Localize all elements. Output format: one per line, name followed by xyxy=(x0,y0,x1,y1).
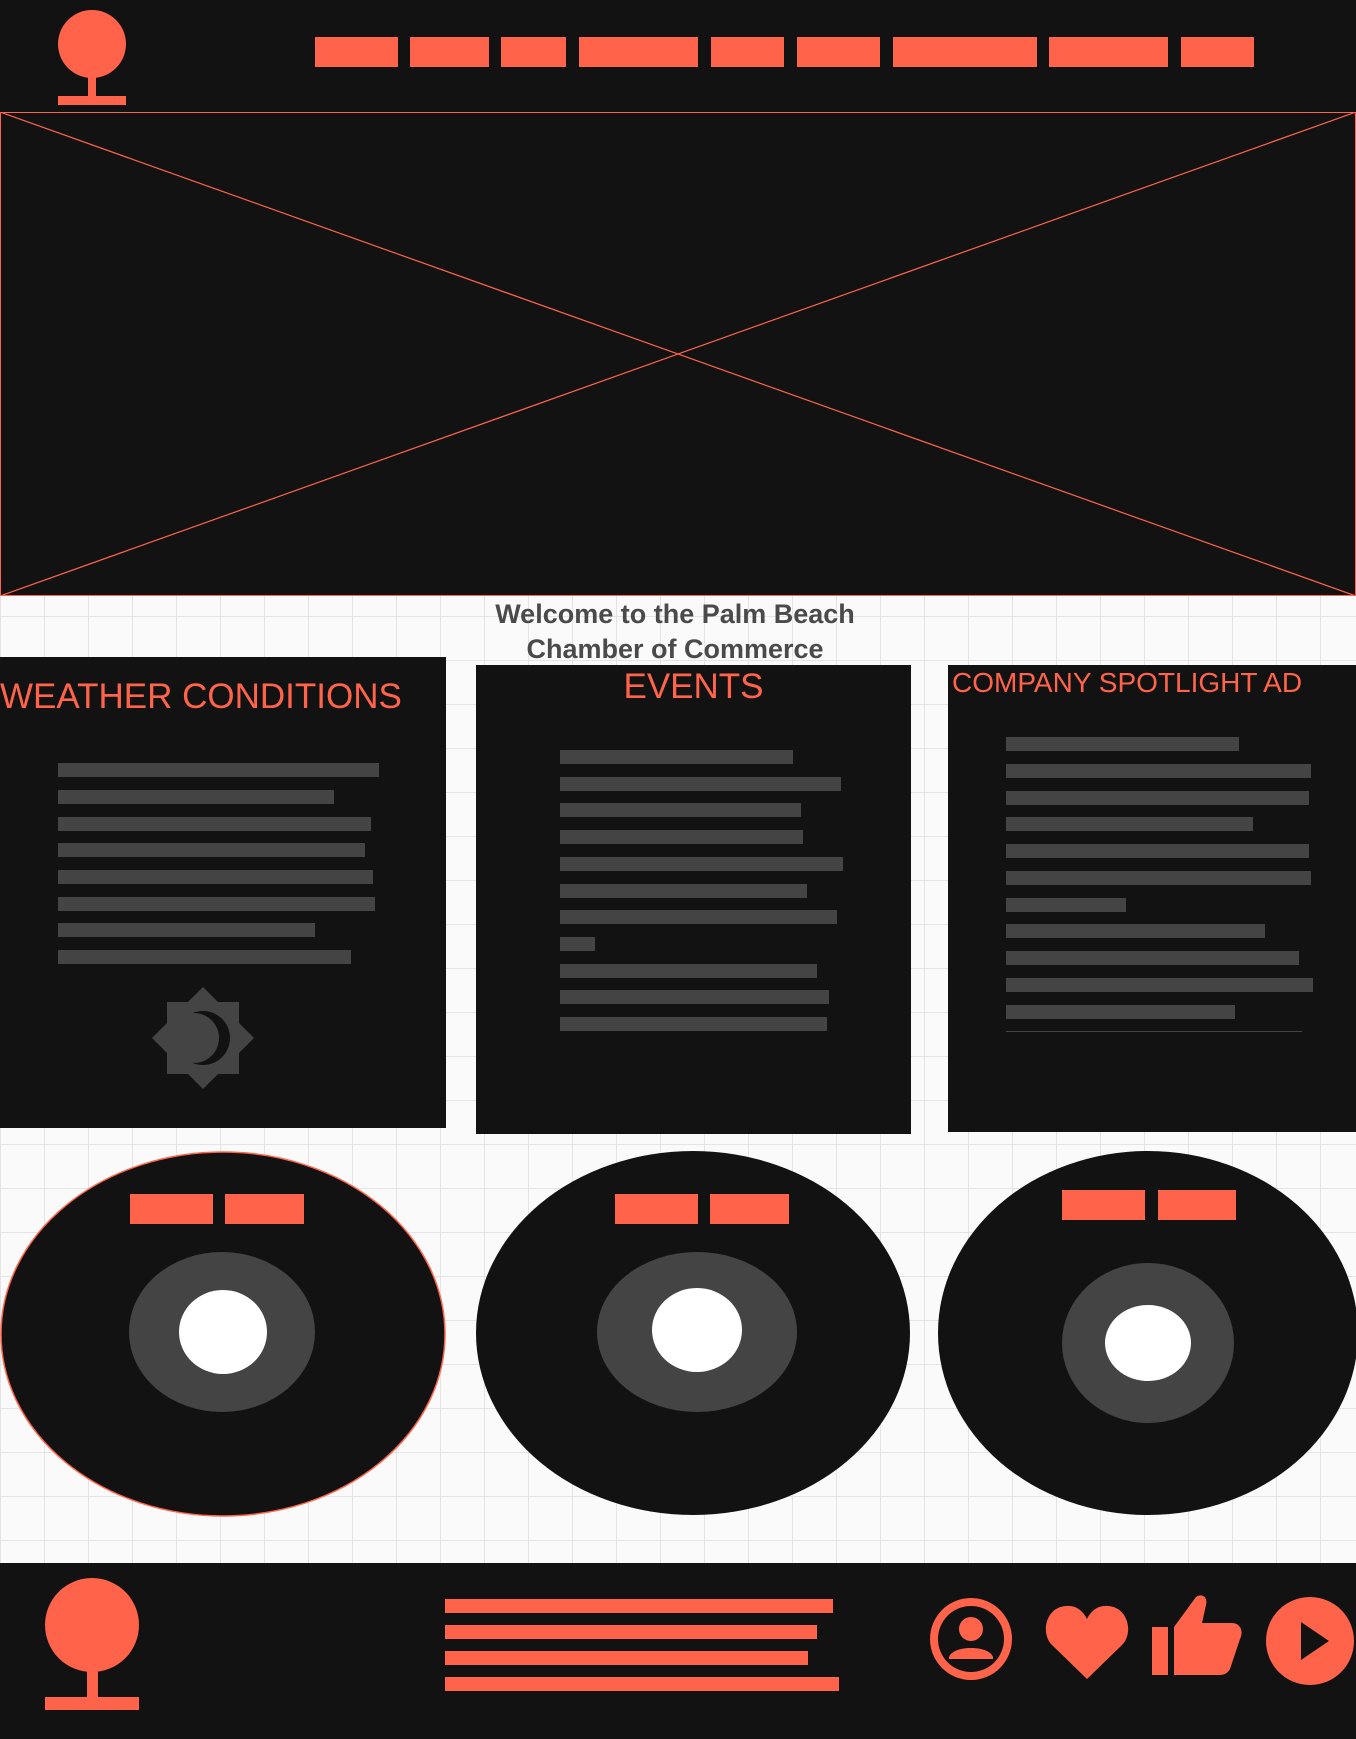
weather-card: WEATHER CONDITIONS xyxy=(0,657,446,1128)
text-line xyxy=(560,750,793,764)
placeholder-cross xyxy=(0,112,1356,596)
text-line xyxy=(58,870,373,884)
text-line xyxy=(560,990,829,1004)
media-1-button-a[interactable] xyxy=(130,1194,213,1224)
text-line xyxy=(1006,924,1265,938)
logo-tree-icon[interactable] xyxy=(56,10,128,106)
nav-item-8[interactable] xyxy=(1049,37,1168,67)
text-line xyxy=(560,964,817,978)
text-line xyxy=(1006,737,1239,751)
text-line xyxy=(58,817,371,831)
text-line xyxy=(560,910,837,924)
nav-item-5[interactable] xyxy=(711,37,784,67)
media-1-button-b[interactable] xyxy=(225,1194,304,1224)
text-line xyxy=(560,803,801,817)
nav-item-4[interactable] xyxy=(579,37,698,67)
media-player-1[interactable] xyxy=(0,1150,447,1518)
footer-link-line-1[interactable] xyxy=(445,1599,833,1613)
media-3-button-a[interactable] xyxy=(1062,1190,1145,1220)
text-line xyxy=(1006,764,1311,778)
weather-card-title: WEATHER CONDITIONS xyxy=(0,677,402,716)
nav-item-1[interactable] xyxy=(315,37,398,67)
text-line xyxy=(1006,844,1309,858)
text-line xyxy=(1006,871,1311,885)
text-line xyxy=(560,857,843,871)
welcome-line-2: Chamber of Commerce xyxy=(526,634,824,664)
nav-item-7[interactable] xyxy=(893,37,1037,67)
media-3-button-b[interactable] xyxy=(1158,1190,1236,1220)
welcome-line-1: Welcome to the Palm Beach xyxy=(495,599,855,629)
text-line xyxy=(1006,817,1253,831)
heart-icon[interactable] xyxy=(1044,1601,1130,1681)
text-line xyxy=(560,777,841,791)
text-line xyxy=(1006,951,1299,965)
thumbs-up-icon[interactable] xyxy=(1152,1593,1242,1677)
text-line xyxy=(560,884,807,898)
events-card: EVENTS xyxy=(476,665,911,1134)
text-line xyxy=(1006,1005,1235,1019)
media-player-3[interactable] xyxy=(938,1150,1356,1516)
text-line xyxy=(1006,791,1309,805)
footer-link-line-3[interactable] xyxy=(445,1651,808,1665)
text-line xyxy=(58,790,334,804)
media-2-button-a[interactable] xyxy=(615,1194,698,1224)
text-line xyxy=(560,1017,827,1031)
spotlight-card-title: COMPANY SPOTLIGHT AD xyxy=(952,667,1303,698)
nav-item-6[interactable] xyxy=(797,37,880,67)
play-icon[interactable] xyxy=(1265,1596,1355,1686)
footer-link-line-2[interactable] xyxy=(445,1625,817,1639)
text-line xyxy=(560,937,595,951)
welcome-heading: Welcome to the Palm Beach Chamber of Com… xyxy=(400,597,950,667)
company-spotlight-card: COMPANY SPOTLIGHT AD xyxy=(948,665,1356,1132)
header xyxy=(0,0,1356,112)
weather-sun-moon-icon xyxy=(150,985,256,1091)
text-line xyxy=(58,950,351,964)
text-line xyxy=(58,843,365,857)
text-line xyxy=(1006,898,1126,912)
text-line xyxy=(58,923,315,937)
divider xyxy=(1006,1031,1302,1032)
media-player-2[interactable] xyxy=(476,1150,911,1516)
nav-item-3[interactable] xyxy=(501,37,566,67)
text-line xyxy=(1006,978,1313,992)
text-line xyxy=(560,830,803,844)
text-line xyxy=(58,763,379,777)
footer-logo-tree-icon[interactable] xyxy=(44,1577,140,1711)
nav-item-9[interactable] xyxy=(1181,37,1254,67)
events-card-title: EVENTS xyxy=(623,667,764,706)
footer xyxy=(0,1563,1356,1739)
media-2-button-b[interactable] xyxy=(710,1194,789,1224)
hero-image-placeholder xyxy=(0,112,1356,596)
footer-link-line-4[interactable] xyxy=(445,1677,839,1691)
user-icon[interactable] xyxy=(929,1597,1013,1681)
nav-item-2[interactable] xyxy=(410,37,489,67)
text-line xyxy=(58,897,375,911)
